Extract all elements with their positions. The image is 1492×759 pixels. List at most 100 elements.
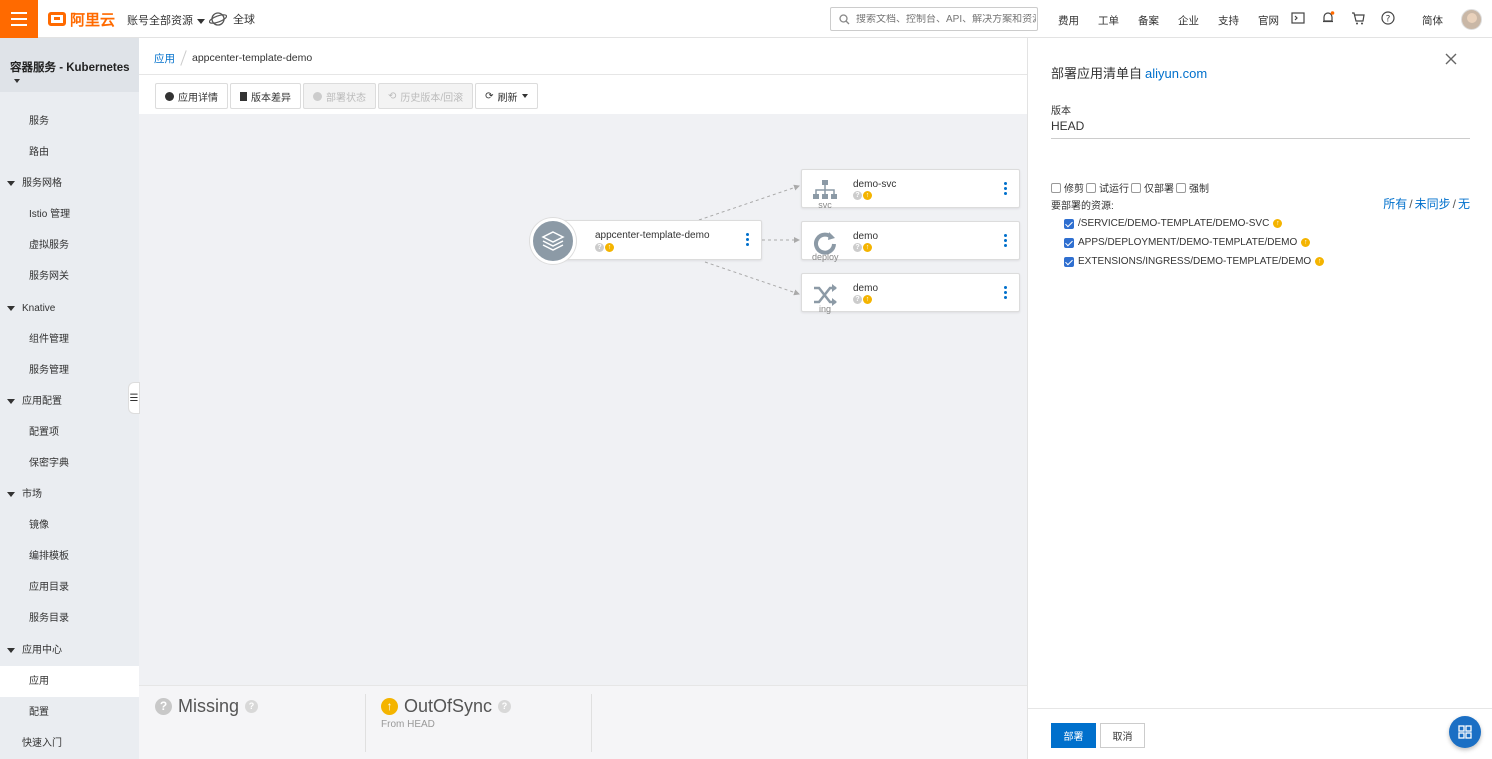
sidebar-item-route[interactable]: 路由 (0, 137, 139, 168)
node-menu-icon[interactable] (1004, 182, 1007, 195)
sidebar-item-applications[interactable]: 应用 (0, 666, 139, 697)
nav-link-enterprise[interactable]: 企业 (1178, 13, 1199, 28)
resource-node-ingress[interactable]: ing demo ? ↑ (801, 273, 1020, 314)
search-input[interactable] (856, 13, 1036, 25)
sidebar-item-secret[interactable]: 保密字典 (0, 448, 139, 479)
aliyun-logo[interactable]: 阿里云 (48, 10, 115, 29)
sidebar-item-app-catalog[interactable]: 应用目录 (0, 572, 139, 603)
list-item[interactable]: APPS/DEPLOYMENT/DEMO-TEMPLATE/DEMO ↑ (1064, 233, 1324, 252)
resource-kind: deploy (812, 252, 839, 262)
version-input[interactable]: HEAD (1051, 116, 1470, 139)
sidebar-collapse-icon[interactable]: ☰ (128, 382, 140, 414)
cart-icon[interactable] (1351, 11, 1365, 25)
sidebar-group-knative[interactable]: Knative (0, 293, 139, 324)
out-of-sync-icon: ↑ (1315, 257, 1325, 266)
sidebar-group-app-config[interactable]: 应用配置 (0, 386, 139, 417)
select-out-of-sync-link[interactable]: 未同步 (1415, 197, 1451, 211)
node-menu-icon[interactable] (1004, 286, 1007, 299)
language-switch[interactable]: 简体 (1422, 13, 1443, 28)
list-item[interactable]: /SERVICE/DEMO-TEMPLATE/DEMO-SVC ↑ (1064, 214, 1324, 233)
sidebar-item-components[interactable]: 组件管理 (0, 324, 139, 355)
top-nav-links: 费用 工单 备案 企业 支持 官网 (1058, 13, 1298, 28)
info-icon (165, 91, 174, 101)
sidebar-item-label: 服务目录 (29, 613, 69, 624)
checkbox-checked[interactable] (1064, 218, 1074, 229)
option-prune[interactable]: 修剪 (1051, 180, 1084, 195)
history-rollback-button[interactable]: ⟲ 历史版本/回滚 (378, 83, 474, 109)
drawer-title-link[interactable]: aliyun.com (1145, 66, 1207, 81)
product-switcher[interactable]: 容器服务 - Kubernetes (0, 38, 139, 92)
sidebar-item-images[interactable]: 镜像 (0, 510, 139, 541)
sidebar-item-service[interactable]: 服务 (0, 106, 139, 137)
layers-icon[interactable] (530, 218, 576, 264)
app-status-bar: ? Missing? ↑ OutOfSync? From HEAD (139, 685, 1027, 759)
deploy-status-button[interactable]: 部署状态 (303, 83, 376, 109)
user-avatar[interactable] (1461, 9, 1482, 30)
account-scope-dropdown[interactable]: 账号全部资源 (127, 12, 205, 28)
checkbox-checked[interactable] (1064, 237, 1074, 248)
select-none-link[interactable]: 无 (1458, 197, 1470, 211)
select-all-link[interactable]: 所有 (1383, 197, 1407, 211)
option-dry-run[interactable]: 试运行 (1086, 180, 1129, 195)
option-apply-only[interactable]: 仅部署 (1131, 180, 1174, 195)
option-label: 强制 (1189, 184, 1209, 195)
nav-link-website[interactable]: 官网 (1258, 13, 1279, 28)
breadcrumb-separator (180, 50, 187, 66)
global-search[interactable] (830, 7, 1038, 31)
close-icon[interactable] (1444, 52, 1458, 66)
sidebar-group-market[interactable]: 市场 (0, 479, 139, 510)
list-item[interactable]: EXTENSIONS/INGRESS/DEMO-TEMPLATE/DEMO ↑ (1064, 252, 1325, 271)
node-menu-icon[interactable] (746, 233, 749, 246)
sidebar-item-templates[interactable]: 编排模板 (0, 541, 139, 572)
region-selector[interactable]: 全球 (209, 11, 255, 27)
checkbox[interactable] (1086, 182, 1096, 193)
sidebar-group-app-center[interactable]: 应用中心 (0, 635, 139, 666)
sidebar-item-label: 编排模板 (29, 551, 69, 562)
sidebar-item-quickstart[interactable]: 快速入门 (0, 728, 139, 759)
sidebar-item-gateway[interactable]: 服务网关 (0, 261, 139, 292)
app-root-node[interactable]: appcenter-template-demo ? ↑ (551, 220, 762, 260)
node-menu-icon[interactable] (1004, 234, 1007, 247)
grid-menu-icon[interactable] (1449, 716, 1481, 748)
deploy-button[interactable]: 部署 (1051, 723, 1096, 748)
resource-node-deploy[interactable]: deploy demo ? ↑ (801, 221, 1020, 262)
checkbox-checked[interactable] (1064, 256, 1074, 267)
cancel-button[interactable]: 取消 (1100, 723, 1145, 748)
out-of-sync-icon: ↑ (863, 191, 872, 200)
sidebar-item-service-mgmt[interactable]: 服务管理 (0, 355, 139, 386)
checkbox[interactable] (1176, 182, 1186, 193)
sidebar-item-config[interactable]: 配置 (0, 697, 139, 728)
sidebar-item-service-catalog[interactable]: 服务目录 (0, 603, 139, 634)
app-details-button[interactable]: 应用详情 (155, 83, 228, 109)
drawer-title: 部署应用清单自 aliyun.com (1051, 63, 1207, 82)
sidebar-item-virtual-service[interactable]: 虚拟服务 (0, 230, 139, 261)
nav-link-tickets[interactable]: 工单 (1098, 13, 1119, 28)
version-diff-button[interactable]: 版本差异 (230, 83, 301, 109)
help-icon[interactable]: ? (498, 700, 512, 713)
checkbox[interactable] (1051, 182, 1061, 193)
nav-link-support[interactable]: 支持 (1218, 13, 1239, 28)
sidebar-item-istio[interactable]: Istio 管理 (0, 199, 139, 230)
deploy-status-label: 部署状态 (326, 92, 366, 104)
out-of-sync-icon: ↑ (381, 698, 398, 715)
out-of-sync-icon: ↑ (605, 243, 614, 252)
sidebar-item-label: 组件管理 (29, 334, 69, 345)
breadcrumb: 应用 appcenter-template-demo (154, 50, 312, 66)
sidebar-group-service-mesh[interactable]: 服务网格 (0, 168, 139, 199)
terminal-icon[interactable] (1291, 12, 1305, 24)
chevron-down-icon (197, 18, 205, 24)
nav-link-billing[interactable]: 费用 (1058, 13, 1079, 28)
refresh-button[interactable]: ⟳ 刷新 (475, 83, 538, 109)
resource-node-svc[interactable]: svc demo-svc ? ↑ (801, 169, 1020, 210)
help-icon[interactable]: ? (245, 700, 259, 713)
option-force[interactable]: 强制 (1176, 180, 1209, 195)
sidebar-item-configmap[interactable]: 配置项 (0, 417, 139, 448)
checkbox[interactable] (1131, 182, 1141, 193)
nav-link-icp[interactable]: 备案 (1138, 13, 1159, 28)
breadcrumb-current: appcenter-template-demo (192, 52, 313, 64)
hamburger-menu-icon[interactable] (0, 0, 38, 38)
help-icon[interactable]: ? (1381, 11, 1395, 25)
logo-bracket-icon (48, 12, 66, 26)
notification-bell-icon[interactable] (1321, 11, 1335, 25)
breadcrumb-parent[interactable]: 应用 (154, 51, 175, 66)
